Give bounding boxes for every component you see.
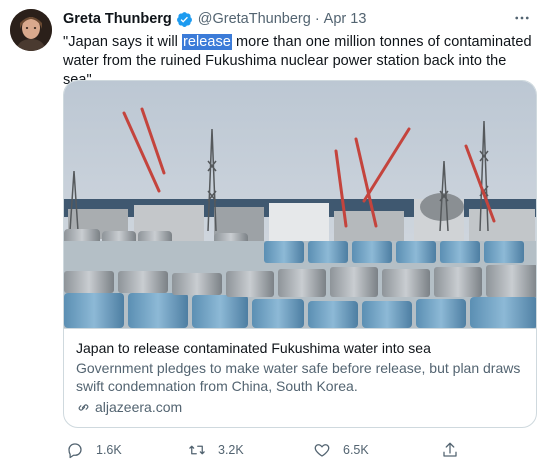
card-domain-text: aljazeera.com (95, 399, 183, 415)
link-card[interactable]: Japan to release contaminated Fukushima … (63, 80, 537, 428)
like-button[interactable]: 6.5K (313, 441, 369, 459)
retweet-button[interactable]: 3.2K (188, 441, 244, 459)
tweet-date[interactable]: Apr 13 (324, 11, 367, 27)
author-name[interactable]: Greta Thunberg (63, 11, 172, 27)
link-icon (76, 400, 95, 415)
share-icon (441, 441, 471, 459)
card-image (64, 81, 536, 328)
card-title[interactable]: Japan to release contaminated Fukushima … (76, 339, 526, 358)
reply-icon (66, 441, 96, 459)
tweet[interactable]: Greta Thunberg @GretaThunberg · Apr 13 "… (0, 0, 554, 471)
tweet-text-selection: release (181, 34, 232, 50)
verified-badge-icon (176, 11, 193, 28)
retweet-count: 3.2K (218, 443, 244, 457)
avatar[interactable] (10, 9, 52, 51)
heart-icon (313, 441, 343, 459)
card-body: Japan to release contaminated Fukushima … (64, 328, 536, 427)
reply-count: 1.6K (96, 443, 122, 457)
retweet-icon (188, 441, 218, 459)
reply-button[interactable]: 1.6K (66, 441, 122, 459)
like-count: 6.5K (343, 443, 369, 457)
card-description: Government pledges to make water safe be… (76, 360, 521, 394)
card-domain[interactable]: aljazeera.com (76, 398, 526, 417)
tweet-header: Greta Thunberg @GretaThunberg · Apr 13 (63, 9, 366, 29)
more-options-icon[interactable] (512, 8, 532, 28)
action-bar: 1.6K 3.2K 6.5K (63, 441, 537, 461)
tweet-text-before: "Japan says it will (63, 34, 182, 50)
author-handle[interactable]: @GretaThunberg (198, 11, 311, 27)
separator-dot: · (314, 11, 320, 27)
share-button[interactable] (441, 441, 471, 459)
